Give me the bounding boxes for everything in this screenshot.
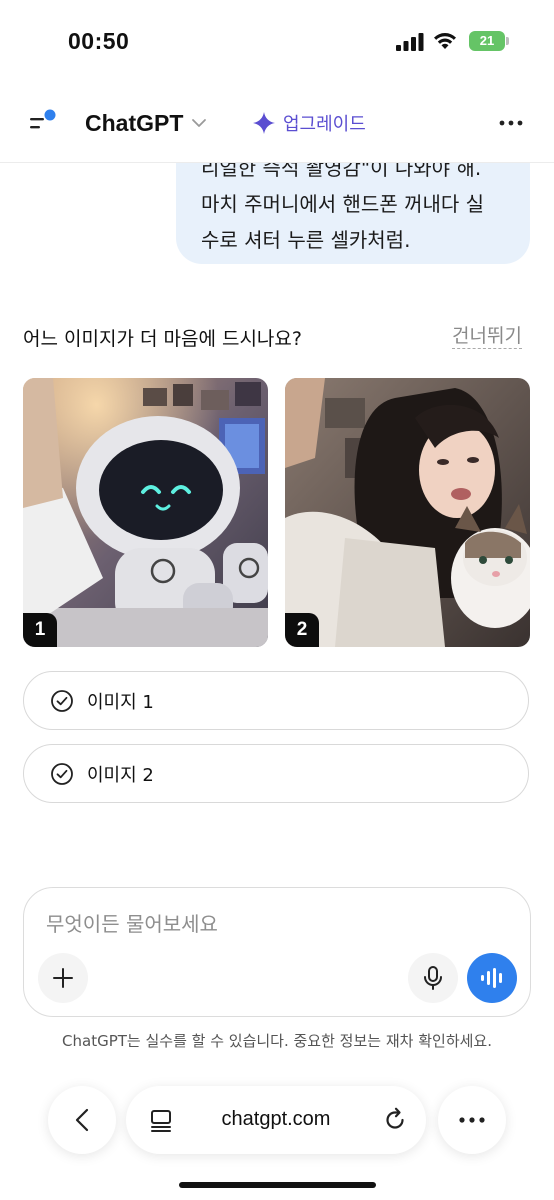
- disclaimer-text: ChatGPT는 실수를 할 수 있습니다. 중요한 정보는 재차 확인하세요.: [62, 1032, 492, 1050]
- sidebar-menu-icon: [30, 109, 56, 129]
- choice-label: 이미지 2: [87, 764, 154, 786]
- voice-mode-button[interactable]: [467, 953, 517, 1003]
- attach-button[interactable]: [38, 953, 88, 1003]
- chevron-down-icon: [192, 119, 207, 127]
- app-title: ChatGPT: [85, 109, 184, 136]
- message-line: 수로 셔터 누른 셀카처럼.: [201, 228, 411, 252]
- check-circle-icon: [51, 689, 73, 712]
- browser-more-button[interactable]: [438, 1086, 506, 1154]
- battery-icon: [506, 37, 509, 45]
- home-indicator: [179, 1182, 376, 1188]
- app-header: ChatGPT 업그레이드: [0, 84, 554, 163]
- sparkle-icon: [253, 112, 275, 134]
- upgrade-label: 업그레이드: [283, 114, 366, 135]
- wifi-icon: [434, 33, 456, 49]
- chevron-left-icon: [75, 1108, 89, 1132]
- prompt-input[interactable]: [46, 912, 476, 936]
- check-circle-icon: [51, 762, 73, 785]
- model-selector[interactable]: ChatGPT: [85, 106, 207, 140]
- generated-image-2[interactable]: 2: [285, 378, 530, 647]
- battery-level: 21: [469, 31, 505, 51]
- choose-image-1-button[interactable]: 이미지 1: [23, 671, 529, 730]
- comparison-question: 어느 이미지가 더 마음에 드시나요?: [23, 328, 302, 350]
- image-number-badge: 1: [23, 613, 57, 647]
- skip-link[interactable]: 건너뛰기: [452, 324, 522, 349]
- microphone-icon: [424, 966, 442, 990]
- choose-image-2-button[interactable]: 이미지 2: [23, 744, 529, 803]
- voice-waveform-icon: [481, 968, 502, 988]
- message-composer: [23, 887, 531, 1017]
- upgrade-button[interactable]: 업그레이드: [253, 108, 366, 138]
- browser-back-button[interactable]: [48, 1086, 116, 1154]
- choice-label: 이미지 1: [87, 691, 154, 713]
- image-number-badge: 2: [285, 613, 319, 647]
- sidebar-menu-button[interactable]: [28, 108, 62, 138]
- address-bar[interactable]: chatgpt.com: [126, 1086, 426, 1154]
- generated-image-1[interactable]: 1: [23, 378, 268, 647]
- message-line: 마치 주머니에서 핸드폰 꺼내다 실: [201, 192, 485, 216]
- plus-icon: [53, 968, 73, 988]
- more-options-button[interactable]: [494, 110, 528, 136]
- ellipsis-icon: [499, 120, 523, 126]
- robot-selfie-image: [23, 378, 268, 647]
- browser-toolbar: chatgpt.com: [0, 1080, 554, 1162]
- reload-icon[interactable]: [381, 1106, 409, 1134]
- dictate-button[interactable]: [408, 953, 458, 1003]
- status-time: 00:50: [68, 28, 130, 54]
- status-bar: 00:50 21: [0, 0, 554, 84]
- ellipsis-icon: [459, 1117, 485, 1123]
- girl-cat-selfie-image: [285, 378, 530, 647]
- cellular-signal-icon: [396, 33, 424, 51]
- user-message-text: 리얼한 즉석 촬영감"이 나와야 해. 마치 주머니에서 핸드폰 꺼내다 실 수…: [201, 150, 511, 258]
